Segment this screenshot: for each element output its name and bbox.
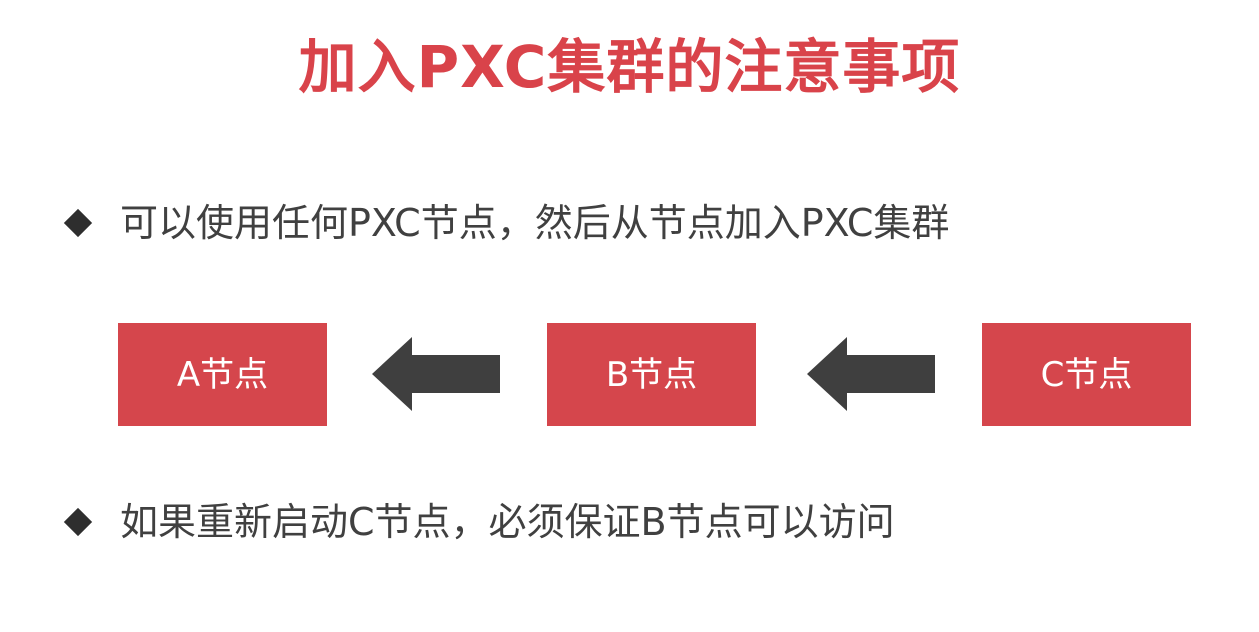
- diamond-bullet-icon: [63, 507, 93, 537]
- left-arrow-icon: [807, 337, 935, 411]
- node-c-box: C节点: [982, 323, 1191, 426]
- left-arrow-icon: [372, 337, 500, 411]
- diamond-bullet-icon: [63, 208, 93, 238]
- bullet-text-1: 可以使用任何PXC节点，然后从节点加入PXC集群: [120, 201, 950, 245]
- node-c-label: C节点: [1040, 354, 1133, 395]
- slide-title: 加入PXC集群的注意事项: [298, 33, 961, 101]
- bullet-text-2: 如果重新启动C节点，必须保证B节点可以访问: [120, 500, 895, 544]
- node-a-box: A节点: [118, 323, 327, 426]
- node-b-box: B节点: [547, 323, 756, 426]
- bullet-item-2: 如果重新启动C节点，必须保证B节点可以访问: [62, 497, 895, 547]
- bullet-item-1: 可以使用任何PXC节点，然后从节点加入PXC集群: [62, 198, 949, 248]
- node-a-label: A节点: [176, 354, 269, 395]
- node-b-label: B节点: [605, 354, 698, 395]
